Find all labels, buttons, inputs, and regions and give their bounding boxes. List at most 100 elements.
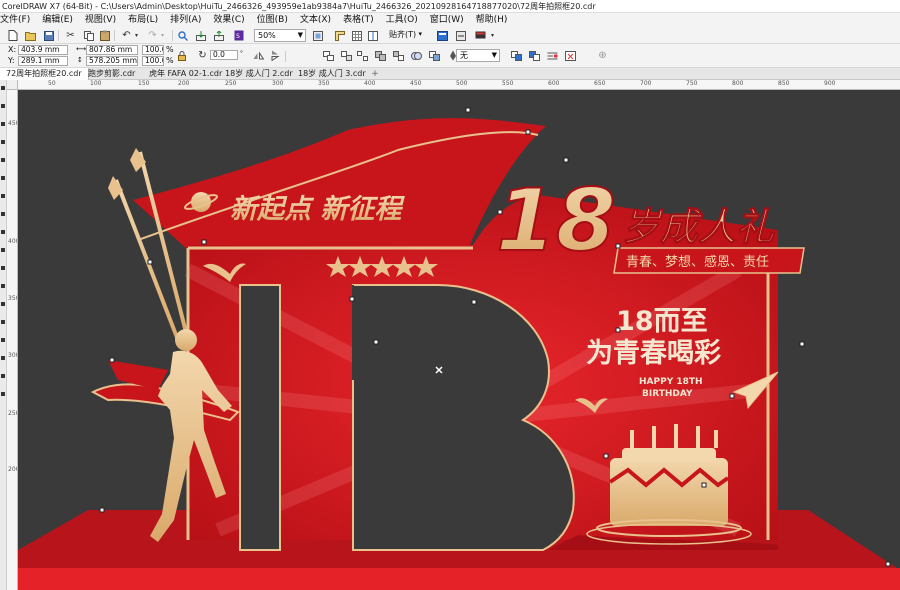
ungroup-icon[interactable]: [340, 49, 353, 62]
tab-document-1[interactable]: 72周年拍照框20.cdr: [0, 68, 89, 80]
rectangle-tool-icon[interactable]: [1, 194, 5, 198]
full-screen-preview-icon[interactable]: [311, 29, 324, 42]
show-guidelines-icon[interactable]: [366, 29, 379, 42]
undo-dropdown-icon[interactable]: ▾: [130, 29, 143, 42]
show-grid-icon[interactable]: [350, 29, 363, 42]
menu-edit[interactable]: 编辑(E): [36, 13, 79, 27]
rotation-angle-field[interactable]: 0.0: [210, 50, 238, 60]
parallel-dimension-tool-icon[interactable]: [1, 266, 5, 270]
big-number-text: 18: [496, 171, 616, 271]
artistic-media-tool-icon[interactable]: [1, 176, 5, 180]
application-launcher-icon[interactable]: [454, 29, 467, 42]
menu-effects[interactable]: 效果(C): [207, 13, 250, 27]
add-icon[interactable]: ⊕: [596, 49, 609, 62]
ruler-label: 150: [138, 80, 150, 87]
ruler-label: 50: [48, 80, 56, 87]
connector-tool-icon[interactable]: [1, 284, 5, 288]
y-position-field[interactable]: 289.1 mm: [18, 56, 68, 66]
search-content-icon[interactable]: [176, 29, 189, 42]
welcome-dropdown-icon[interactable]: ▾: [486, 29, 499, 42]
trim-icon[interactable]: [428, 49, 441, 62]
show-rulers-icon[interactable]: [333, 29, 346, 42]
mirror-vertical-icon[interactable]: [268, 49, 281, 62]
publish-pdf-icon[interactable]: S: [232, 29, 245, 42]
drop-shadow-tool-icon[interactable]: [1, 302, 5, 306]
outline-tool-icon[interactable]: [1, 392, 5, 396]
lock-ratio-icon[interactable]: [175, 49, 188, 62]
ruler-label: 250: [225, 80, 237, 87]
width-field[interactable]: 807.86 mm: [86, 45, 138, 55]
menu-view[interactable]: 视图(V): [79, 13, 122, 27]
crop-tool-icon[interactable]: [1, 122, 5, 126]
menu-layout[interactable]: 布局(L): [122, 13, 164, 27]
text-tool-icon[interactable]: [1, 248, 5, 252]
group-icon[interactable]: [322, 49, 335, 62]
rotate-icon: ↻: [198, 50, 207, 61]
tab-document-3[interactable]: 虎年 FAFA 02-1.cdr: [143, 68, 228, 80]
menu-window[interactable]: 窗口(W): [424, 13, 470, 27]
weld-icon[interactable]: [410, 49, 423, 62]
to-front-icon[interactable]: [510, 49, 523, 62]
import-icon[interactable]: [194, 29, 207, 42]
options-icon[interactable]: [436, 29, 449, 42]
menu-bitmaps[interactable]: 位图(B): [251, 13, 294, 27]
mirror-horizontal-icon[interactable]: [252, 49, 265, 62]
height-field[interactable]: 578.205 mm: [86, 56, 138, 66]
tab-document-2[interactable]: 跑步剪影.cdr: [82, 68, 141, 80]
wrap-text-icon[interactable]: [546, 49, 559, 62]
to-back-icon[interactable]: [528, 49, 541, 62]
shape-tool-icon[interactable]: [1, 104, 5, 108]
menu-help[interactable]: 帮助(H): [470, 13, 514, 27]
ruler-label: 500: [456, 80, 468, 87]
freehand-tool-icon[interactable]: [1, 158, 5, 162]
drawing-canvas[interactable]: 新起点 新征程 18 岁成人礼 青春、梦想、感恩、责任 18而至 为青春喝彩 H…: [18, 90, 900, 590]
copy-icon[interactable]: [82, 29, 95, 42]
snap-to-menu[interactable]: 贴齐(T) ▾: [386, 29, 424, 42]
break-apart-icon[interactable]: [392, 49, 405, 62]
transparency-tool-icon[interactable]: [1, 320, 5, 324]
combine-icon[interactable]: [374, 49, 387, 62]
ruler-origin[interactable]: [7, 80, 18, 90]
open-folder-icon[interactable]: [24, 29, 37, 42]
x-position-field[interactable]: 403.9 mm: [18, 45, 68, 55]
ruler-label: 450: [8, 120, 17, 127]
scale-width-field[interactable]: 100.0: [142, 45, 164, 55]
smart-fill-tool-icon[interactable]: [1, 374, 5, 378]
save-icon[interactable]: [42, 29, 55, 42]
pick-tool-icon[interactable]: [1, 86, 5, 90]
export-icon[interactable]: [212, 29, 225, 42]
paste-icon[interactable]: [98, 29, 111, 42]
scale-height-field[interactable]: 100.0: [142, 56, 164, 66]
interactive-fill-tool-icon[interactable]: [1, 356, 5, 360]
redo-dropdown-icon[interactable]: ▾: [156, 29, 169, 42]
ungroup-all-icon[interactable]: [356, 49, 369, 62]
add-tab-icon[interactable]: +: [369, 68, 381, 80]
eyedropper-tool-icon[interactable]: [1, 338, 5, 342]
ruler-label: 800: [732, 80, 744, 87]
new-document-icon[interactable]: [6, 29, 19, 42]
menu-file[interactable]: 文件(F): [0, 13, 36, 27]
vertical-ruler[interactable]: 450 400 350 300 250 200: [7, 90, 18, 590]
ruler-label: 650: [594, 80, 606, 87]
outline-width-select[interactable]: 无 ▼: [456, 49, 500, 62]
tab-document-4[interactable]: 18岁 成人门 2.cdr: [219, 68, 299, 80]
ceremony-text: 岁成人礼: [622, 205, 775, 249]
cut-icon[interactable]: ✂: [64, 29, 77, 42]
happy-line1-text: HAPPY 18TH: [639, 377, 703, 387]
ruler-label: 750: [686, 80, 698, 87]
menu-text[interactable]: 文本(X): [294, 13, 337, 27]
menu-tools[interactable]: 工具(O): [380, 13, 424, 27]
menu-arrange[interactable]: 排列(A): [164, 13, 207, 27]
tab-document-5[interactable]: 18岁 成人门 3.cdr: [292, 68, 372, 80]
menu-table[interactable]: 表格(T): [337, 13, 380, 27]
polygon-tool-icon[interactable]: [1, 230, 5, 234]
ruler-label: 200: [178, 80, 190, 87]
ellipse-tool-icon[interactable]: [1, 212, 5, 216]
photo-hole-one: [239, 284, 281, 551]
horizontal-ruler[interactable]: 50 100 150 200 250 300 350 400 450 500 5…: [18, 80, 900, 90]
ruler-label: 400: [8, 238, 17, 245]
slogan-text: 新起点 新征程: [230, 194, 405, 225]
zoom-level-select[interactable]: 50% ▼: [254, 29, 306, 42]
zoom-tool-icon[interactable]: [1, 140, 5, 144]
quick-customize-icon[interactable]: [564, 49, 577, 62]
